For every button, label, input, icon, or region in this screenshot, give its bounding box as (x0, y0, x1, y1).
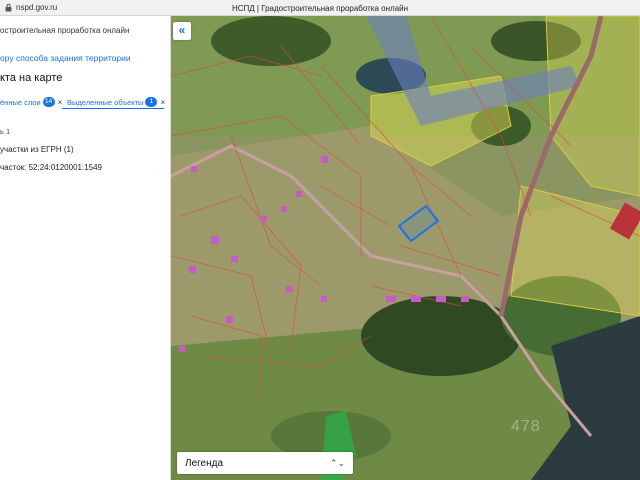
objects-count: ь 1 (0, 127, 11, 136)
legend-label: Легенда (185, 457, 224, 469)
selected-count-badge: 1 (145, 97, 158, 107)
tab-label: ённые слои (0, 97, 41, 107)
browser-page-title: НСПД | Градостроительная проработка онла… (231, 4, 409, 13)
sidebar-heading: кта на карте (0, 72, 63, 84)
collapse-sidebar-button[interactable]: « (173, 22, 191, 40)
tab-label: Выделенные объекты (67, 97, 144, 107)
browser-bar: nspd.gov.ru НСПД | Градостроительная про… (0, 0, 640, 16)
sidebar-tabs: ённые слои 14 × Выделенные объекты 1 × (0, 94, 170, 110)
egrn-parcels-group[interactable]: участки из ЕГРН (1) (0, 145, 74, 154)
back-to-territory-method-link[interactable]: ору способа задания территории (0, 53, 131, 63)
close-icon[interactable]: × (58, 98, 63, 107)
legend-dropdown[interactable]: Легенда ⌃⌄ (177, 452, 353, 474)
app-title: остроительная проработка онлайн (0, 26, 130, 35)
lock-icon (4, 3, 13, 12)
chevron-up-down-icon: ⌃⌄ (329, 457, 345, 468)
active-tab-indicator (62, 108, 164, 109)
watermark: 478 (511, 418, 541, 435)
close-icon[interactable]: × (160, 98, 165, 107)
satellite-basemap (171, 16, 640, 480)
sidebar: остроительная проработка онлайн ору спос… (0, 16, 171, 480)
map-view[interactable]: « 478 Легенда ⌃⌄ (171, 16, 640, 480)
address-bar-url[interactable]: nspd.gov.ru (16, 3, 57, 12)
parcel-list-item[interactable]: часток: 52:24:0120001:1549 (0, 163, 102, 172)
tab-enabled-layers[interactable]: ённые слои 14 × (0, 94, 62, 110)
layers-count-badge: 14 (42, 97, 55, 107)
